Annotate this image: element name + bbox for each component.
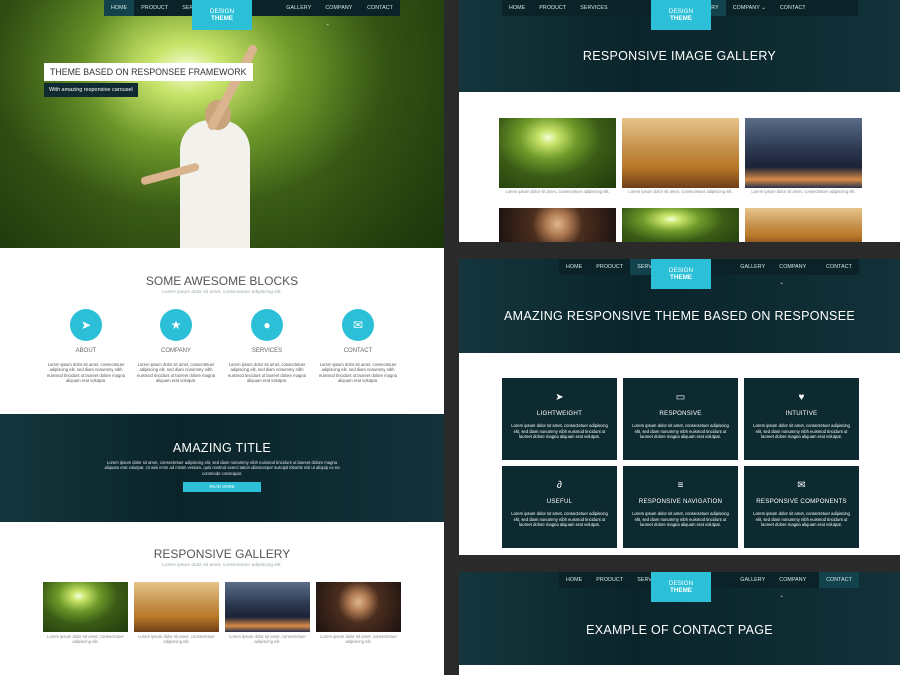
home-page-preview: HOME PRODUCT SERVICES GALLERY COMPANY ⌄ … [0,0,444,675]
nav-product[interactable]: PRODUCT [589,259,630,275]
nav-home[interactable]: HOME [502,0,532,16]
nav-gallery[interactable]: GALLERY [279,0,318,16]
about-icon[interactable]: ➤ [70,309,102,341]
card-text: Lorem ipsum dolor sit amet, consectetuer… [632,511,729,527]
hero-title: THEME BASED ON RESPONSEE FRAMEWORK [44,63,253,81]
services-icon[interactable]: ● [251,309,283,341]
amazing-section: AMAZING TITLE Lorem ipsum dolor sit amet… [0,414,444,522]
page-title: RESPONSIVE IMAGE GALLERY [582,49,777,63]
gallery-image-forest[interactable] [499,118,616,188]
nav-company[interactable]: COMPANY ⌄ [772,259,819,286]
amazing-text: Lorem ipsum dolor sit amet, consectetuer… [104,460,340,476]
gallery-image-bedroom[interactable] [134,582,219,632]
envelope-icon: ✉ [797,480,806,491]
card-title: INTUITIVE [785,410,818,417]
nav-product[interactable]: PRODUCT [532,0,573,16]
card-title: RESPONSIVE [659,410,702,417]
nav-home[interactable]: HOME [559,572,589,588]
contact-icon[interactable]: ✉ [342,309,374,341]
services-text: Lorem ipsum dolor sit amet, consectetuer… [228,362,306,383]
gallery-image-forest[interactable] [43,582,128,632]
logo[interactable]: DESIGN THEME [651,259,711,289]
gallery-caption: Lorem ipsum dolor sit amet, consectetuer… [138,634,215,644]
feature-card-responsive-navigation[interactable]: ≡ RESPONSIVE NAVIGATION Lorem ipsum dolo… [623,466,738,548]
feature-card-responsive[interactable]: ▭ RESPONSIVE Lorem ipsum dolor sit amet,… [623,378,738,460]
contact-label: CONTACT [343,348,373,354]
contact-page-preview: HOME PRODUCT SERVICES GALLERY COMPANY ⌄ … [459,572,900,675]
about-label: ABOUT [75,348,97,354]
company-icon[interactable]: ★ [160,309,192,341]
gallery-caption: Lorem ipsum dolor sit amet, consectetuer… [229,634,306,644]
gallery-title: RESPONSIVE GALLERY [153,547,291,561]
card-title: LIGHTWEIGHT [536,410,583,417]
feature-card-intuitive[interactable]: ♥ INTUITIVE Lorem ipsum dolor sit amet, … [744,378,859,460]
top-nav: HOME PRODUCT SERVICES GALLERY COMPANY ⌄ … [104,0,400,27]
card-title: RESPONSIVE NAVIGATION [638,498,723,505]
blocks-title: SOME AWESOME BLOCKS [145,274,299,288]
menu-icon: ≡ [677,480,684,491]
logo[interactable]: DESIGN THEME [651,572,711,602]
gallery-image-man[interactable] [499,208,616,242]
gallery-image-city[interactable] [745,118,862,188]
gallery-page-preview: HOME PRODUCT SERVICES GALLERY COMPANY ⌄ … [459,0,900,242]
logo[interactable]: DESIGN THEME [651,0,711,30]
nav-contact[interactable]: CONTACT [773,0,813,16]
card-text: Lorem ipsum dolor sit amet, consectetuer… [753,423,850,439]
gallery-subtitle: Lorem ipsum dolor sit amet, consectetuer… [162,563,282,568]
feature-card-lightweight[interactable]: ➤ LIGHTWEIGHT Lorem ipsum dolor sit amet… [502,378,617,460]
contact-text: Lorem ipsum dolor sit amet, consectetuer… [319,362,397,383]
nav-contact[interactable]: CONTACT [360,0,400,16]
logo[interactable]: DESIGN THEME [192,0,252,30]
card-title: RESPONSIVE COMPONENTS [756,498,847,505]
card-text: Lorem ipsum dolor sit amet, consectetuer… [632,423,729,439]
nav-company[interactable]: COMPANY ⌄ [726,0,773,16]
gallery-image-forest[interactable] [622,208,739,242]
theme-page-preview: HOME PRODUCT SERVICES GALLERY COMPANY ⌄ … [459,259,900,555]
hero-image [0,0,444,248]
gallery-caption: Lorem ipsum dolor sit amet, consectetuer… [628,189,733,194]
about-text: Lorem ipsum dolor sit amet, consectetuer… [47,362,125,383]
read-more-button[interactable]: READ MORE [183,482,261,492]
services-label: SERVICES [251,348,283,354]
woman-figure [180,120,250,248]
nav-contact[interactable]: CONTACT [819,572,859,588]
card-text: Lorem ipsum dolor sit amet, consectetuer… [511,511,608,527]
nav-home[interactable]: HOME [104,0,135,16]
gallery-image-city[interactable] [225,582,310,632]
nav-product[interactable]: PRODUCT [589,572,630,588]
company-label: COMPANY [161,348,191,354]
feature-card-responsive-components[interactable]: ✉ RESPONSIVE COMPONENTS Lorem ipsum dolo… [744,466,859,548]
gallery-caption: Lorem ipsum dolor sit amet, consectetuer… [320,634,397,644]
card-text: Lorem ipsum dolor sit amet, consectetuer… [511,423,608,439]
paperclip-icon: ∂ [557,480,562,491]
gallery-caption: Lorem ipsum dolor sit amet, consectetuer… [505,189,610,194]
company-text: Lorem ipsum dolor sit amet, consectetuer… [137,362,215,383]
gallery-image-man[interactable] [316,582,401,632]
nav-company[interactable]: COMPANY ⌄ [772,572,819,599]
gallery-image-bedroom[interactable] [745,208,862,242]
amazing-title: AMAZING TITLE [172,441,272,455]
nav-product[interactable]: PRODUCT [134,0,175,16]
monitor-icon: ▭ [675,392,686,403]
feature-card-useful[interactable]: ∂ USEFUL Lorem ipsum dolor sit amet, con… [502,466,617,548]
nav-services[interactable]: SERVICES [573,0,615,16]
card-text: Lorem ipsum dolor sit amet, consectetuer… [753,511,850,527]
gallery-caption: Lorem ipsum dolor sit amet, consectetuer… [47,634,124,644]
gallery-image-bedroom[interactable] [622,118,739,188]
gallery-caption: Lorem ipsum dolor sit amet, consectetuer… [751,189,856,194]
nav-gallery[interactable]: GALLERY [733,572,772,588]
nav-home[interactable]: HOME [559,259,589,275]
nav-company[interactable]: COMPANY ⌄ [318,0,360,27]
page-title: EXAMPLE OF CONTACT PAGE [586,623,773,637]
nav-contact[interactable]: CONTACT [819,259,859,275]
hero-subtitle: With amazing responsive carousel [44,83,138,97]
blocks-subtitle: Lorem ipsum dolor sit amet, consectetuer… [162,290,282,295]
nav-gallery[interactable]: GALLERY [733,259,772,275]
page-title: AMAZING RESPONSIVE THEME BASED ON RESPON… [504,309,855,323]
card-title: USEFUL [546,498,573,505]
paper-plane-icon: ➤ [555,392,564,403]
heart-icon: ♥ [798,392,805,403]
